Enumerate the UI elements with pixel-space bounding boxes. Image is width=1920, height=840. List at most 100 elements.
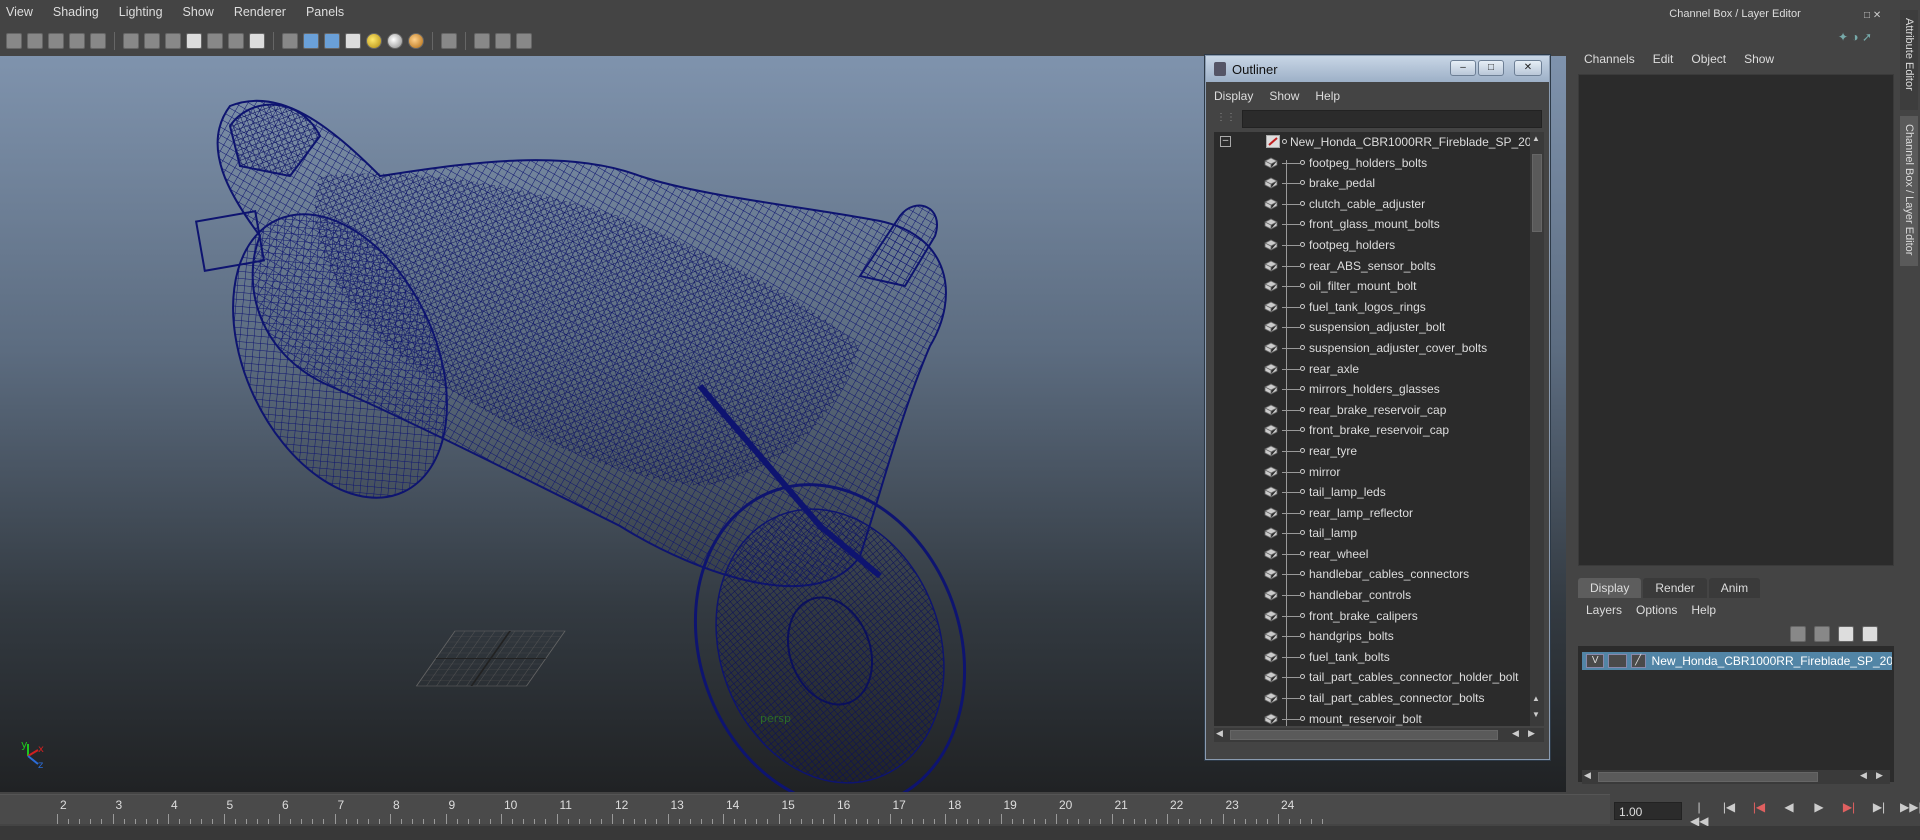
scroll-up-icon[interactable]: ▲ bbox=[1532, 694, 1540, 703]
scroll-left-icon[interactable]: ◀ bbox=[1860, 770, 1867, 781]
current-frame-input[interactable]: 1.00 bbox=[1614, 802, 1682, 820]
play-forwards-icon[interactable]: ▶ bbox=[1810, 800, 1828, 828]
menu-help[interactable]: Help bbox=[1691, 603, 1716, 617]
scroll-up-icon[interactable]: ▲ bbox=[1532, 134, 1540, 143]
xray-active-icon[interactable] bbox=[516, 33, 532, 49]
outliner-menu-help[interactable]: Help bbox=[1315, 89, 1340, 103]
scroll-thumb[interactable] bbox=[1532, 154, 1542, 232]
tab-render[interactable]: Render bbox=[1643, 578, 1707, 598]
menu-object[interactable]: Object bbox=[1691, 52, 1726, 66]
play-backwards-icon[interactable]: ◀ bbox=[1780, 800, 1798, 828]
channel-box-toggles[interactable]: ✦ ◑ ➚ bbox=[1838, 30, 1898, 46]
outliner-title-bar[interactable]: Outliner – □ ✕ bbox=[1206, 56, 1549, 82]
scroll-left-icon[interactable]: ◀ bbox=[1216, 728, 1223, 739]
layer-playback-toggle[interactable] bbox=[1608, 654, 1627, 668]
layer-horizontal-scrollbar[interactable]: ◀ ◀ ▶ bbox=[1582, 770, 1890, 784]
outliner-filter-input[interactable] bbox=[1242, 110, 1542, 128]
tree-row[interactable]: rear_wheel bbox=[1214, 544, 1530, 565]
isolate-select-icon[interactable] bbox=[441, 33, 457, 49]
tab-display[interactable]: Display bbox=[1578, 578, 1642, 598]
go-to-start-icon[interactable]: |◀◀ bbox=[1690, 800, 1708, 828]
tree-row[interactable]: handlebar_cables_connectors bbox=[1214, 564, 1530, 585]
tree-row[interactable]: rear_axle bbox=[1214, 359, 1530, 380]
bookmark-icon[interactable] bbox=[48, 33, 64, 49]
go-to-end-icon[interactable]: ▶▶| bbox=[1900, 800, 1920, 828]
panel-window-controls[interactable]: □ ✕ bbox=[1864, 10, 1898, 22]
tree-row[interactable]: suspension_adjuster_bolt bbox=[1214, 317, 1530, 338]
xray-icon[interactable] bbox=[474, 33, 490, 49]
step-forward-frame-icon[interactable]: ▶| bbox=[1840, 800, 1858, 828]
select-camera-icon[interactable] bbox=[6, 33, 22, 49]
safe-action-icon[interactable] bbox=[228, 33, 244, 49]
grid-icon[interactable] bbox=[123, 33, 139, 49]
menu-lighting[interactable]: Lighting bbox=[119, 5, 163, 19]
wireframe-icon[interactable] bbox=[282, 33, 298, 49]
tree-row[interactable]: fuel_tank_logos_rings bbox=[1214, 297, 1530, 318]
safe-title-icon[interactable] bbox=[249, 33, 265, 49]
tree-row[interactable]: brake_pedal bbox=[1214, 173, 1530, 194]
tree-row[interactable]: footpeg_holders_bolts bbox=[1214, 153, 1530, 174]
tree-row[interactable]: front_glass_mount_bolts bbox=[1214, 214, 1530, 235]
tree-row[interactable]: front_brake_calipers bbox=[1214, 606, 1530, 627]
tree-row[interactable]: rear_tyre bbox=[1214, 441, 1530, 462]
smooth-shade-icon[interactable] bbox=[303, 33, 319, 49]
tree-row[interactable]: fuel_tank_bolts bbox=[1214, 647, 1530, 668]
collapse-icon[interactable]: – bbox=[1220, 136, 1231, 147]
resolution-gate-icon[interactable] bbox=[165, 33, 181, 49]
step-forward-key-icon[interactable]: ▶| bbox=[1870, 800, 1888, 828]
layer-visibility-toggle[interactable]: V bbox=[1586, 654, 1605, 668]
tree-row[interactable]: tail_part_cables_connector_bolts bbox=[1214, 688, 1530, 709]
layer-color-icon[interactable]: ╱ bbox=[1630, 654, 1646, 668]
menu-channels[interactable]: Channels bbox=[1584, 52, 1635, 66]
ambient-occlusion-icon[interactable] bbox=[408, 33, 424, 49]
menu-renderer[interactable]: Renderer bbox=[234, 5, 286, 19]
tab-channel-box-layer-editor[interactable]: Channel Box / Layer Editor bbox=[1900, 116, 1918, 266]
tree-row[interactable]: tail_lamp_leds bbox=[1214, 482, 1530, 503]
tree-row[interactable]: mount_reservoir_bolt bbox=[1214, 709, 1530, 726]
tree-row[interactable]: rear_brake_reservoir_cap bbox=[1214, 400, 1530, 421]
use-all-lights-icon[interactable] bbox=[366, 33, 382, 49]
tree-row[interactable]: rear_ABS_sensor_bolts bbox=[1214, 256, 1530, 277]
menu-show[interactable]: Show bbox=[183, 5, 214, 19]
minimize-icon[interactable]: – bbox=[1450, 60, 1476, 76]
tree-row[interactable]: clutch_cable_adjuster bbox=[1214, 194, 1530, 215]
scroll-right-icon[interactable]: ▶ bbox=[1876, 770, 1883, 781]
menu-show[interactable]: Show bbox=[1744, 52, 1774, 66]
xray-joints-icon[interactable] bbox=[495, 33, 511, 49]
scroll-down-icon[interactable]: ▼ bbox=[1532, 710, 1540, 719]
camera-attributes-icon[interactable] bbox=[27, 33, 43, 49]
outliner-menu-show[interactable]: Show bbox=[1269, 89, 1299, 103]
scroll-right-icon[interactable]: ▶ bbox=[1528, 728, 1535, 739]
menu-layers[interactable]: Layers bbox=[1586, 603, 1622, 617]
tree-row[interactable]: handlebar_controls bbox=[1214, 585, 1530, 606]
step-back-frame-icon[interactable]: |◀ bbox=[1750, 800, 1768, 828]
move-layer-down-icon[interactable] bbox=[1814, 626, 1830, 642]
tree-row[interactable]: handgrips_bolts bbox=[1214, 626, 1530, 647]
tree-row[interactable]: mirror bbox=[1214, 462, 1530, 483]
tree-row[interactable]: front_brake_reservoir_cap bbox=[1214, 420, 1530, 441]
time-ruler[interactable]: 2 3 4 5 6 7 8 9 10 11 12 13 14 15 16 17 18 19 20 21 22 23 24 bbox=[40, 794, 1610, 824]
range-slider[interactable] bbox=[0, 826, 1920, 840]
tree-row[interactable]: footpeg_holders bbox=[1214, 235, 1530, 256]
tree-root-row[interactable]: – New_Honda_CBR1000RR_Fireblade_SP_2016 bbox=[1214, 132, 1530, 153]
gate-mask-icon[interactable] bbox=[186, 33, 202, 49]
outliner-vertical-scrollbar[interactable]: ▲ ▲ ▼ bbox=[1530, 132, 1544, 726]
wireframe-on-shaded-icon[interactable] bbox=[324, 33, 340, 49]
shadows-icon[interactable] bbox=[387, 33, 403, 49]
scroll-left-icon[interactable]: ◀ bbox=[1584, 770, 1591, 781]
step-back-key-icon[interactable]: |◀ bbox=[1720, 800, 1738, 828]
menu-shading[interactable]: Shading bbox=[53, 5, 99, 19]
move-layer-up-icon[interactable] bbox=[1790, 626, 1806, 642]
menu-panels[interactable]: Panels bbox=[306, 5, 344, 19]
new-layer-selected-icon[interactable] bbox=[1862, 626, 1878, 642]
close-icon[interactable]: ✕ bbox=[1514, 60, 1542, 76]
tree-row[interactable]: rear_lamp_reflector bbox=[1214, 503, 1530, 524]
image-plane-icon[interactable] bbox=[69, 33, 85, 49]
field-chart-icon[interactable] bbox=[207, 33, 223, 49]
scroll-thumb[interactable] bbox=[1598, 772, 1818, 782]
tree-row[interactable]: tail_part_cables_connector_holder_bolt bbox=[1214, 667, 1530, 688]
layer-row[interactable]: V ╱ New_Honda_CBR1000RR_Fireblade_SP_201… bbox=[1582, 652, 1892, 670]
menu-edit[interactable]: Edit bbox=[1653, 52, 1674, 66]
outliner-horizontal-scrollbar[interactable]: ◀ ◀ ▶ bbox=[1214, 728, 1544, 742]
grease-pencil-icon[interactable] bbox=[90, 33, 106, 49]
